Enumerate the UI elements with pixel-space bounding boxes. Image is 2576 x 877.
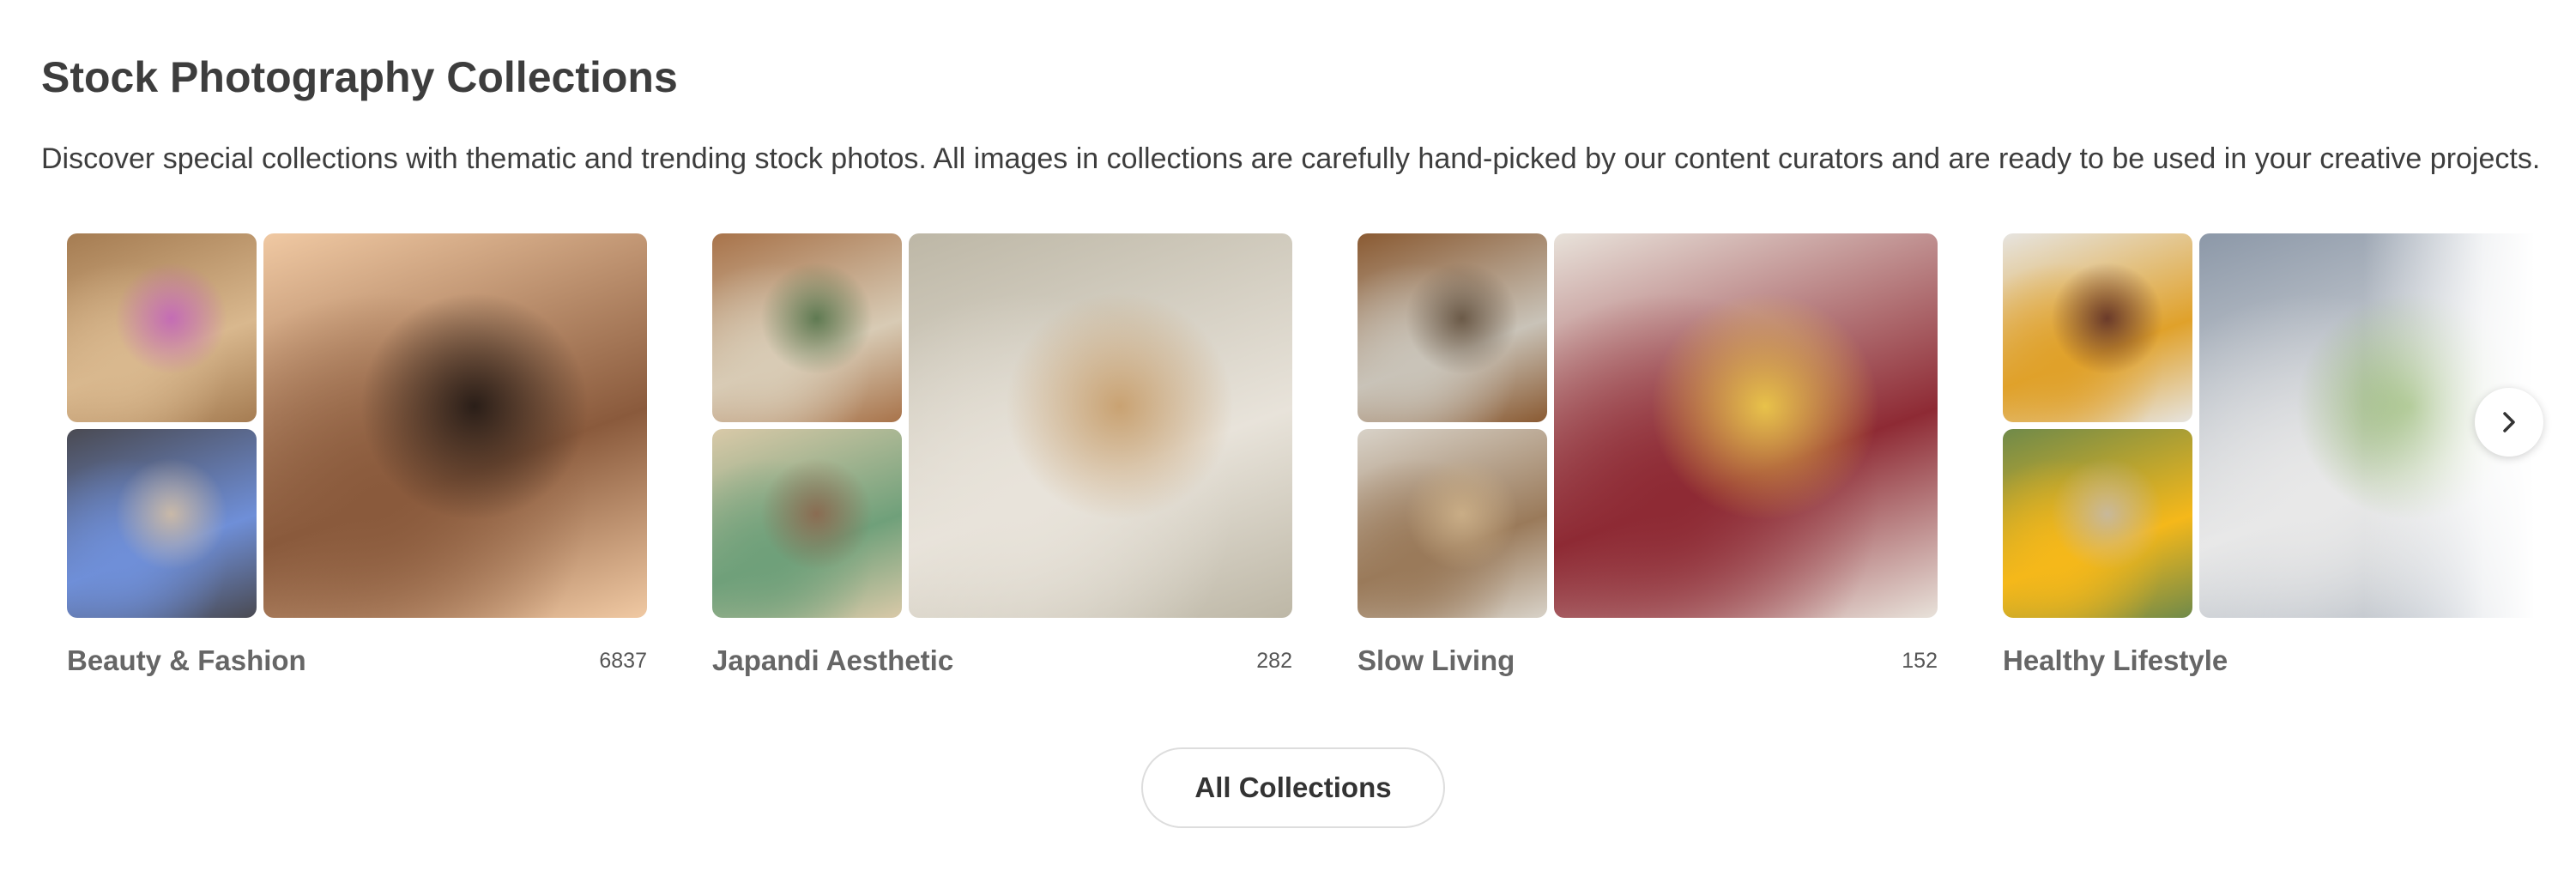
page-description: Discover special collections with themat… (41, 142, 2541, 175)
collection-count: 282 (1256, 649, 1292, 673)
carousel-next-button[interactable] (2475, 388, 2543, 457)
collection-thumbnail[interactable] (2003, 233, 2192, 422)
page-title: Stock Photography Collections (41, 53, 678, 101)
collection-thumbnail[interactable] (712, 233, 902, 422)
collection-name[interactable]: Slow Living (1358, 644, 1515, 678)
collection-thumbnail[interactable] (2003, 429, 2192, 618)
collection-mosaic[interactable] (2003, 233, 2535, 618)
collection-name[interactable]: Japandi Aesthetic (712, 644, 953, 678)
collection-cover-image[interactable] (1554, 233, 1938, 618)
all-collections-button[interactable]: All Collections (1141, 747, 1445, 828)
collection-cover-image[interactable] (909, 233, 1292, 618)
collection-mosaic[interactable] (712, 233, 1292, 618)
collection-caption: Beauty & Fashion 6837 (67, 637, 647, 680)
collection-caption: Japandi Aesthetic 282 (712, 637, 1292, 680)
collection-thumbnail[interactable] (712, 429, 902, 618)
collection-thumbnail[interactable] (67, 429, 257, 618)
collection-card[interactable]: Healthy Lifestyle (2003, 233, 2535, 697)
collection-name[interactable]: Healthy Lifestyle (2003, 644, 2228, 678)
collection-card[interactable]: Slow Living 152 (1358, 233, 1938, 697)
collection-card[interactable]: Japandi Aesthetic 282 (712, 233, 1292, 697)
chevron-right-icon (2496, 409, 2522, 435)
collection-thumbnail[interactable] (67, 233, 257, 422)
collection-thumbnail[interactable] (1358, 233, 1547, 422)
collection-cover-image[interactable] (263, 233, 647, 618)
collection-card[interactable]: Beauty & Fashion 6837 (67, 233, 647, 697)
collection-name[interactable]: Beauty & Fashion (67, 644, 306, 678)
collection-caption: Healthy Lifestyle (2003, 637, 2535, 680)
collection-count: 6837 (599, 649, 647, 673)
collection-mosaic[interactable] (67, 233, 647, 618)
collection-thumbnail[interactable] (1358, 429, 1547, 618)
collection-mosaic[interactable] (1358, 233, 1938, 618)
collection-count: 152 (1902, 649, 1938, 673)
collection-caption: Slow Living 152 (1358, 637, 1938, 680)
collections-carousel: Beauty & Fashion 6837 Japandi Aesthetic … (0, 233, 2535, 697)
